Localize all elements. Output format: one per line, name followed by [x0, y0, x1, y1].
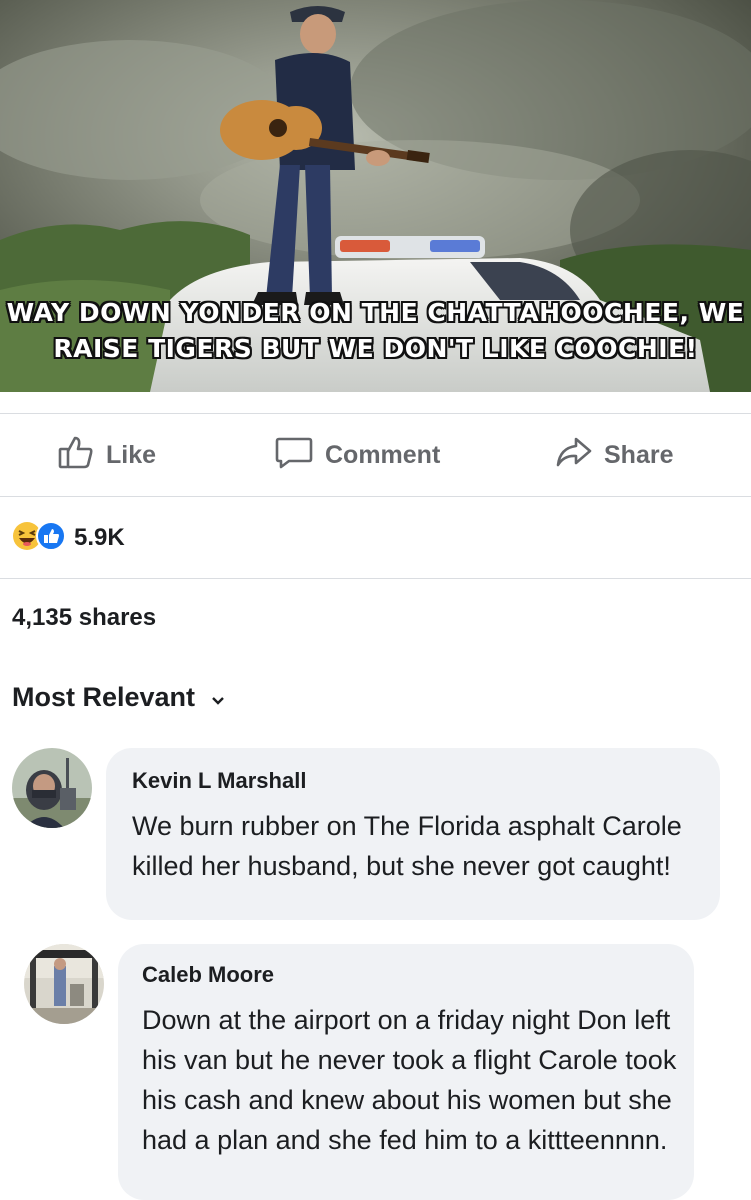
avatar[interactable] [12, 748, 92, 828]
comment-bubble: Caleb Moore Down at the airport on a fri… [118, 944, 694, 1200]
divider [0, 496, 751, 497]
comment-author[interactable]: Caleb Moore [142, 962, 274, 988]
share-arrow-icon [556, 436, 604, 475]
avatar[interactable] [24, 944, 104, 1024]
like-button[interactable]: Like [58, 414, 156, 496]
post-action-bar: Like Comment Share [0, 414, 751, 496]
share-count[interactable]: 4,135 shares [12, 604, 156, 632]
comment-sort-dropdown[interactable]: Most Relevant [12, 682, 225, 713]
comment-text: We burn rubber on The Florida asphalt Ca… [132, 811, 682, 881]
sort-label: Most Relevant [12, 682, 196, 712]
comment-button[interactable]: Comment [275, 414, 440, 496]
meme-caption-line1: WAY DOWN YONDER ON THE CHATTAHOOCHEE, WE [6, 298, 745, 327]
thumbs-up-icon [58, 435, 106, 476]
comment-author[interactable]: Kevin L Marshall [132, 768, 306, 794]
like-reaction-icon [36, 520, 66, 556]
reactions-summary[interactable]: 5.9K [12, 518, 125, 558]
reaction-count: 5.9K [74, 524, 125, 551]
comment-text: Down at the airport on a friday night Do… [142, 1005, 677, 1155]
comment-label: Comment [325, 440, 441, 469]
meme-caption-line2: RAISE TIGERS BUT WE DON'T LIKE COOCHIE! [53, 334, 698, 363]
share-label: Share [604, 440, 674, 469]
divider [0, 578, 751, 579]
comment-bubble: Kevin L Marshall We burn rubber on The F… [106, 748, 720, 920]
like-label: Like [106, 440, 157, 469]
share-button[interactable]: Share [556, 414, 673, 496]
comment-bubble-icon [275, 435, 325, 476]
chevron-down-icon [211, 682, 225, 713]
post-image[interactable]: WAY DOWN YONDER ON THE CHATTAHOOCHEE, WE… [0, 0, 751, 392]
